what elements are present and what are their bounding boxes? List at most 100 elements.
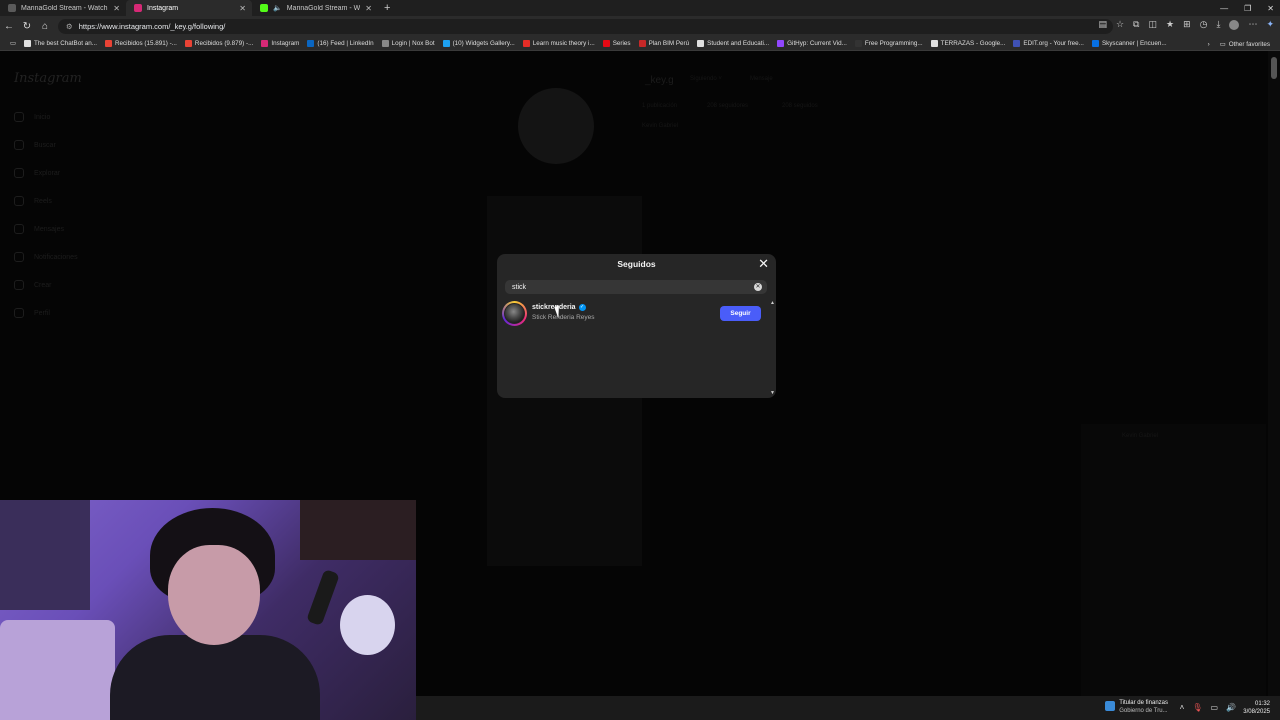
network-icon[interactable]: ▭ — [1210, 703, 1218, 712]
extensions-icon[interactable]: ⧉ — [1133, 19, 1139, 30]
bookmark-item[interactable]: Recibidos (15.891) -... — [101, 40, 181, 47]
bookmark-item[interactable]: Recibidos (9.879) -... — [181, 40, 257, 47]
bookmark-item[interactable]: Series — [599, 40, 635, 47]
bookmark-label: (10) Widgets Gallery... — [452, 40, 515, 47]
bookmark-item[interactable]: GitHyp: Current Vid... — [773, 40, 851, 47]
bookmark-item[interactable]: Skyscanner | Encuen... — [1088, 40, 1171, 47]
scrollbar-thumb[interactable] — [1271, 57, 1277, 79]
maximize-icon[interactable]: ❐ — [1244, 4, 1251, 13]
bookmark-favicon-icon — [638, 40, 646, 47]
reader-icon[interactable]: ▤ — [1098, 19, 1107, 30]
close-tab-icon[interactable]: ✕ — [365, 4, 372, 13]
scroll-down-arrow-icon[interactable]: ▼ — [770, 390, 775, 396]
bookmark-item[interactable]: Instagram — [257, 40, 303, 47]
avatar[interactable] — [502, 301, 527, 326]
instagram-logo[interactable]: Instagram — [14, 71, 82, 86]
split-screen-icon[interactable]: ◫ — [1148, 19, 1157, 30]
page-scrollbar[interactable] — [1268, 51, 1280, 696]
bookmark-item[interactable]: Learn music theory i... — [519, 40, 599, 47]
close-window-icon[interactable]: ✕ — [1267, 4, 1274, 13]
list-item[interactable]: stickrenderia ✓ Stick Renderia Reyes Seg… — [501, 300, 766, 328]
history-icon[interactable]: ◷ — [1200, 19, 1208, 30]
close-icon[interactable]: ✕ — [758, 257, 769, 270]
avatar-image — [504, 303, 525, 324]
copilot-icon[interactable]: ✦ — [1266, 19, 1274, 30]
close-tab-icon[interactable]: ✕ — [113, 4, 120, 13]
sidebar-item-create[interactable]: Crear — [14, 280, 52, 290]
profile-picture[interactable] — [518, 88, 594, 164]
bookmark-favicon-icon — [522, 40, 530, 47]
message-button[interactable]: Mensaje — [750, 76, 773, 82]
sidebar-item-home[interactable]: Inicio — [14, 112, 50, 122]
bookmark-item[interactable]: Login | Nox Bot — [378, 40, 439, 47]
windows-taskbar: Titular de finanzas Gobierno de Tru... ˄… — [416, 696, 1280, 720]
follow-button[interactable]: Seguir — [720, 306, 761, 321]
clear-search-icon[interactable]: ✕ — [754, 283, 762, 291]
sidebar-item-profile[interactable]: Perfil — [14, 308, 50, 318]
sidebar-item-search[interactable]: Buscar — [14, 140, 56, 150]
home-icon[interactable]: ⌂ — [36, 21, 54, 32]
downloads-icon[interactable]: ⤓ — [1216, 19, 1220, 30]
toolbar-icons: ▤ ☆ ⧉ ◫ ★ ⊞ ◷ ⤓ ⋯ ✦ — [1098, 19, 1274, 30]
bookmark-label: Series — [612, 40, 631, 47]
bookmark-item[interactable]: Plan BIM Perú — [635, 40, 694, 47]
bookmark-item[interactable]: (10) Widgets Gallery... — [439, 40, 519, 47]
bookmarks-overflow: › ▭ Other favorites — [1208, 37, 1274, 51]
marinagold-favicon-icon — [8, 4, 16, 12]
bookmark-folder-icon[interactable]: ▭ — [6, 40, 20, 47]
sidebar-item-explore[interactable]: Explorar — [14, 168, 60, 178]
plush-toy — [340, 595, 395, 655]
following-button[interactable]: Siguiendo ˅ — [690, 76, 722, 82]
tab-marinagold-2[interactable]: 🔈 MarinaGold Stream - Watch ✕ — [252, 0, 378, 16]
sidebar-label: Mensajes — [34, 225, 64, 233]
chevron-up-icon[interactable]: ˄ — [1180, 703, 1185, 712]
close-tab-icon[interactable]: ✕ — [239, 4, 246, 13]
bookmark-favicon-icon — [381, 40, 389, 47]
bookmark-favicon-icon — [23, 40, 31, 47]
minimize-icon[interactable]: — — [1220, 4, 1228, 13]
bookmark-item[interactable]: The best ChatBot an... — [20, 40, 101, 47]
collections-icon[interactable]: ⊞ — [1183, 19, 1191, 30]
sidebar-label: Perfil — [34, 309, 50, 317]
favorites-icon[interactable]: ★ — [1166, 19, 1174, 30]
sidebar-item-messages[interactable]: Mensajes — [14, 224, 64, 234]
plus-icon — [14, 280, 24, 290]
date: 3/08/2025 — [1243, 709, 1270, 715]
volume-icon[interactable]: 🔊 — [1226, 703, 1236, 712]
address-bar[interactable]: ⚙ https://www.instagram.com/_key.g/follo… — [58, 19, 1113, 34]
profile-avatar[interactable] — [1229, 19, 1240, 30]
site-info-icon[interactable]: ⚙ — [66, 22, 73, 31]
favorite-star-icon[interactable]: ☆ — [1116, 19, 1124, 30]
messenger-name: Kevin Gabriel — [1122, 433, 1159, 439]
verified-badge-icon: ✓ — [578, 304, 586, 311]
bookmark-item[interactable]: Free Programming... — [851, 40, 927, 47]
following-count[interactable]: 208 seguidos — [782, 103, 818, 109]
sidebar-label: Crear — [34, 281, 52, 289]
sidebar-item-notifications[interactable]: Notificaciones — [14, 252, 78, 262]
bookmark-item[interactable]: Student and Educati... — [693, 40, 773, 47]
chevron-right-icon[interactable]: › — [1208, 41, 1210, 48]
back-icon[interactable]: ← — [0, 21, 18, 32]
news-widget[interactable]: Titular de finanzas Gobierno de Tru... — [1105, 699, 1168, 715]
bookmark-favicon-icon — [104, 40, 112, 47]
menu-icon[interactable]: ⋯ — [1248, 19, 1257, 30]
scroll-up-arrow-icon[interactable]: ▲ — [770, 300, 775, 306]
bookmark-label: The best ChatBot an... — [33, 40, 97, 47]
followers-count[interactable]: 208 seguidores — [707, 103, 748, 109]
speaker-icon[interactable]: 🔈 — [273, 4, 282, 12]
sidebar-item-reels[interactable]: Reels — [14, 196, 52, 206]
tab-marinagold-1[interactable]: MarinaGold Stream - Watch Live o ✕ — [0, 0, 126, 16]
bookmark-item[interactable]: (16) Feed | LinkedIn — [303, 40, 377, 47]
other-favorites-label: Other favorites — [1228, 40, 1270, 48]
other-favorites[interactable]: ▭ Other favorites — [1216, 41, 1274, 48]
bookmarks-bar: ▭ The best ChatBot an... Recibidos (15.8… — [0, 37, 1280, 51]
following-modal: Seguidos ✕ stick ✕ stickrenderia ✓ Stick… — [497, 254, 776, 398]
bookmark-item[interactable]: TERRAZAS - Google... — [927, 40, 1010, 47]
microphone-icon[interactable]: 🎙 — [1192, 703, 1202, 712]
search-input[interactable]: stick ✕ — [505, 280, 767, 294]
clock[interactable]: 01:32 3/08/2025 — [1243, 700, 1270, 716]
tab-instagram[interactable]: Instagram ✕ — [126, 0, 252, 16]
bookmark-item[interactable]: EDIT.org - Your free... — [1009, 40, 1088, 47]
reload-icon[interactable]: ↻ — [18, 21, 36, 32]
new-tab-button[interactable]: + — [378, 2, 390, 14]
